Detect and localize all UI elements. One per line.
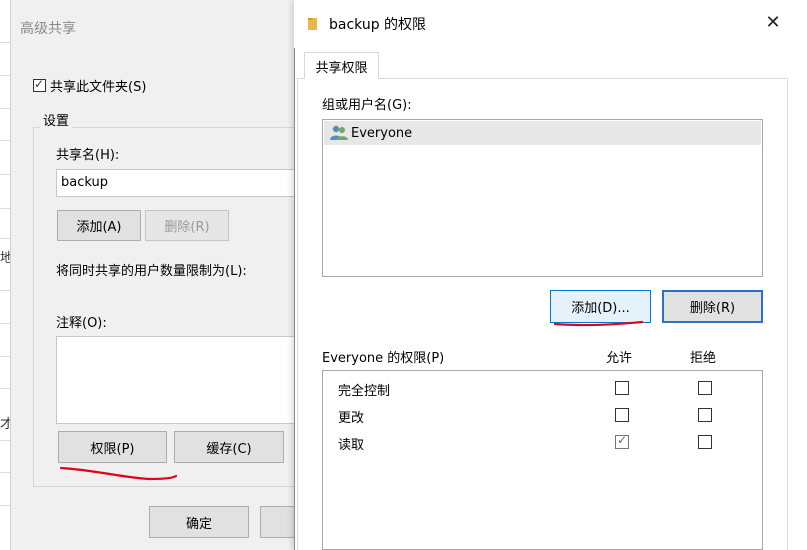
permissions-title-text: backup 的权限 (329, 17, 427, 33)
permission-name: 完全控制 (338, 384, 391, 399)
add-share-button[interactable]: 添加(A) (57, 210, 141, 241)
deny-read-checkbox[interactable] (698, 435, 712, 449)
deny-change-checkbox[interactable] (698, 408, 712, 422)
permission-name: 更改 (338, 411, 365, 426)
user-limit-label: 将同时共享的用户数量限制为(L): (56, 264, 247, 279)
folder-icon (307, 16, 319, 32)
share-folder-checkbox[interactable] (33, 77, 46, 92)
allow-read-checkbox[interactable] (615, 433, 629, 449)
share-name-value: backup (61, 175, 108, 190)
users-group-icon (329, 124, 349, 142)
user-name: Everyone (351, 125, 413, 141)
caching-button[interactable]: 缓存(C) (174, 431, 284, 463)
comment-textarea[interactable] (56, 336, 295, 424)
permissions-button[interactable]: 权限(P) (58, 431, 167, 463)
comment-label: 注释(O): (56, 316, 107, 331)
deny-full-control-checkbox[interactable] (698, 381, 712, 395)
tab-share-permissions[interactable]: 共享权限 (304, 52, 379, 79)
add-user-button[interactable]: 添加(D)... (550, 290, 651, 323)
permission-name: 读取 (338, 438, 365, 453)
background-window-lines (0, 0, 10, 550)
ok-button[interactable]: 确定 (149, 506, 249, 538)
deny-header: 拒绝 (690, 351, 717, 366)
share-folder-checkbox-row[interactable]: 共享此文件夹(S) (33, 76, 146, 95)
close-icon[interactable]: ✕ (761, 10, 785, 34)
share-name-input[interactable]: backup (56, 169, 295, 197)
settings-group-label: 设置 (40, 110, 73, 129)
user-entry-everyone[interactable]: Everyone (329, 124, 412, 142)
share-folder-label: 共享此文件夹(S) (50, 80, 147, 95)
remove-user-button[interactable]: 删除(R) (662, 290, 763, 323)
share-name-label: 共享名(H): (56, 148, 120, 163)
permissions-for-label: Everyone 的权限(P) (322, 351, 445, 366)
advanced-sharing-title: 高级共享 (20, 21, 76, 37)
allow-full-control-checkbox[interactable] (615, 381, 629, 395)
group-user-label: 组或用户名(G): (322, 98, 412, 113)
permissions-title: backup 的权限 (307, 14, 426, 34)
allow-change-checkbox[interactable] (615, 408, 629, 422)
delete-share-button[interactable]: 删除(R) (145, 210, 229, 241)
allow-header: 允许 (606, 351, 633, 366)
